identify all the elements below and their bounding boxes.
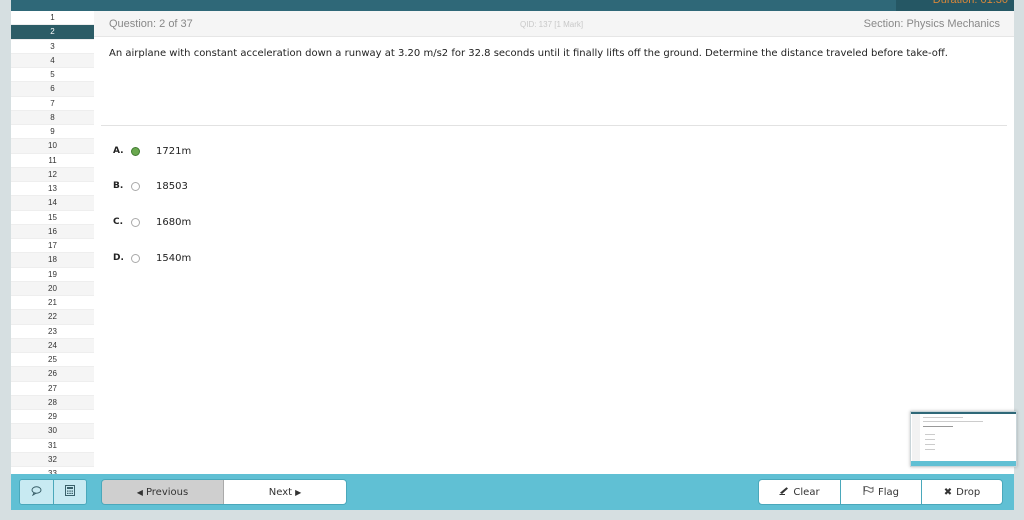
option-radio[interactable] bbox=[131, 181, 140, 191]
next-label: Next bbox=[268, 486, 293, 498]
question-nav-item[interactable]: 25 bbox=[11, 353, 94, 368]
thumb-sidebar bbox=[912, 414, 920, 462]
question-nav-item[interactable]: 16 bbox=[11, 224, 94, 239]
question-nav-item[interactable]: 9 bbox=[11, 125, 94, 140]
question-nav-item[interactable]: 24 bbox=[11, 338, 94, 353]
option-letter: A. bbox=[113, 146, 124, 156]
question-nav-item[interactable]: 32 bbox=[11, 452, 94, 467]
thumb-footer bbox=[911, 461, 1016, 466]
action-group: Clear Flag ✖ Drop bbox=[758, 479, 1003, 505]
question-nav-item[interactable]: 29 bbox=[11, 410, 94, 425]
question-nav-item[interactable]: 31 bbox=[11, 439, 94, 453]
divider bbox=[101, 125, 1007, 126]
footer-toolbar: ◀ Previous Next ▶ Clear Flag ✖ Drop bbox=[11, 474, 1014, 510]
question-nav-item[interactable]: 17 bbox=[11, 239, 94, 254]
caret-right-icon: ▶ bbox=[295, 487, 302, 497]
question-nav-item[interactable]: 4 bbox=[11, 53, 94, 68]
question-nav-item[interactable]: 11 bbox=[11, 154, 94, 168]
next-button[interactable]: Next ▶ bbox=[224, 480, 346, 504]
section-label: Section: Physics Mechanics bbox=[863, 18, 1000, 30]
previous-label: Previous bbox=[145, 486, 189, 498]
question-nav-item[interactable]: 19 bbox=[11, 268, 94, 282]
question-text: An airplane with constant acceleration d… bbox=[109, 48, 948, 59]
thumb-line bbox=[925, 449, 935, 450]
caret-left-icon: ◀ bbox=[136, 487, 143, 497]
question-nav-item[interactable]: 1 bbox=[11, 11, 94, 26]
question-nav-item[interactable]: 30 bbox=[11, 424, 94, 439]
calculator-button[interactable] bbox=[53, 480, 86, 504]
option-b[interactable]: B. 18503 bbox=[113, 178, 188, 194]
option-value: 1540m bbox=[156, 252, 192, 264]
question-nav-item[interactable]: 2 bbox=[11, 25, 94, 40]
question-nav-item[interactable]: 22 bbox=[11, 310, 94, 325]
question-navigator: 1 2 3 4 5 6 7 8 9 10 11 12 13 14 15 16 17 18 19 20 21 22 23 24 2… bbox=[11, 11, 94, 474]
navigation-group: ◀ Previous Next ▶ bbox=[101, 479, 347, 505]
option-a[interactable]: A. 1721m bbox=[113, 143, 191, 159]
question-nav-item[interactable]: 5 bbox=[11, 68, 94, 83]
question-nav-item[interactable]: 28 bbox=[11, 395, 94, 410]
flag-button[interactable]: Flag bbox=[840, 480, 921, 504]
option-letter: B. bbox=[113, 181, 124, 191]
clear-label: Clear bbox=[793, 486, 820, 498]
thumb-line bbox=[923, 417, 963, 418]
thumb-line bbox=[925, 444, 935, 445]
question-nav-item[interactable]: 18 bbox=[11, 253, 94, 268]
duration-label: Duration: 01:30 bbox=[932, 0, 1008, 6]
option-value: 1680m bbox=[156, 216, 192, 228]
question-nav-item[interactable]: 26 bbox=[11, 367, 94, 382]
question-nav-item[interactable]: 8 bbox=[11, 110, 94, 125]
question-nav-item[interactable]: 6 bbox=[11, 82, 94, 97]
top-bar: Duration: 01:30 bbox=[11, 0, 1014, 11]
question-nav-item[interactable]: 3 bbox=[11, 40, 94, 54]
thumb-line bbox=[925, 434, 935, 435]
comment-button[interactable] bbox=[20, 480, 53, 504]
question-panel: Question: 2 of 37 QID: 137 [1 Mark] Sect… bbox=[94, 11, 1014, 474]
question-nav-item[interactable]: 23 bbox=[11, 325, 94, 339]
clear-button[interactable]: Clear bbox=[759, 480, 840, 504]
thumb-line bbox=[923, 426, 953, 427]
drop-button[interactable]: ✖ Drop bbox=[921, 480, 1002, 504]
duration-timer: Duration: 01:30 bbox=[896, 0, 1014, 11]
question-nav-item[interactable]: 20 bbox=[11, 281, 94, 296]
option-letter: D. bbox=[113, 253, 124, 263]
option-value: 1721m bbox=[156, 145, 192, 157]
option-radio[interactable] bbox=[131, 146, 140, 156]
thumb-topbar bbox=[911, 412, 1016, 414]
question-position: Question: 2 of 37 bbox=[109, 18, 193, 30]
option-letter: C. bbox=[113, 217, 124, 227]
previous-button[interactable]: ◀ Previous bbox=[102, 480, 224, 504]
option-c[interactable]: C. 1680m bbox=[113, 214, 191, 230]
question-nav-item[interactable]: 27 bbox=[11, 382, 94, 396]
eraser-icon bbox=[779, 486, 789, 498]
question-id: QID: 137 [1 Mark] bbox=[520, 20, 584, 29]
question-nav-item[interactable]: 13 bbox=[11, 182, 94, 197]
question-header: Question: 2 of 37 QID: 137 [1 Mark] Sect… bbox=[94, 11, 1014, 37]
close-icon: ✖ bbox=[943, 486, 953, 498]
drop-label: Drop bbox=[956, 486, 981, 498]
calculator-icon bbox=[65, 485, 75, 499]
flag-icon bbox=[863, 486, 874, 498]
question-nav-item[interactable]: 15 bbox=[11, 211, 94, 225]
tool-group bbox=[19, 479, 87, 505]
option-radio[interactable] bbox=[131, 217, 140, 227]
screen-thumbnail-preview[interactable] bbox=[910, 411, 1017, 467]
option-value: 18503 bbox=[156, 180, 188, 192]
flag-label: Flag bbox=[877, 486, 899, 498]
question-nav-item[interactable]: 21 bbox=[11, 296, 94, 311]
option-d[interactable]: D. 1540m bbox=[113, 250, 191, 266]
speech-bubble-icon bbox=[31, 485, 42, 499]
question-nav-item[interactable]: 7 bbox=[11, 97, 94, 111]
thumb-line bbox=[923, 421, 983, 422]
question-nav-item[interactable]: 10 bbox=[11, 139, 94, 154]
thumb-line bbox=[925, 439, 935, 440]
question-nav-item[interactable]: 14 bbox=[11, 196, 94, 211]
question-nav-item[interactable]: 12 bbox=[11, 167, 94, 182]
question-nav-item[interactable]: 33 bbox=[11, 467, 94, 474]
option-radio[interactable] bbox=[131, 253, 140, 263]
